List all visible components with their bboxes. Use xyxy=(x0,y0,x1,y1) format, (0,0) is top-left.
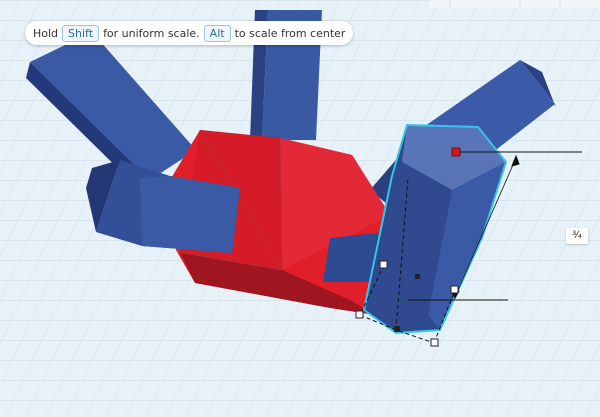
scale-handle-left[interactable] xyxy=(355,310,364,319)
height-handle[interactable] xyxy=(451,147,461,157)
scale-hint: Hold Shift for uniform scale. Alt to sca… xyxy=(25,21,354,45)
scale-handle-right[interactable] xyxy=(450,285,459,294)
hint-text-center: to scale from center xyxy=(234,26,346,40)
3d-viewport[interactable] xyxy=(0,0,600,417)
edge-handle-middle[interactable] xyxy=(415,274,420,279)
hint-text-uniform: for uniform scale. xyxy=(103,26,200,40)
edge-handle-bottom[interactable] xyxy=(394,326,400,332)
scale-handle-top[interactable] xyxy=(379,260,388,269)
shift-key-badge: Shift xyxy=(62,24,100,42)
dimension-value-label[interactable]: ¾ xyxy=(566,228,588,244)
toolbar-strip xyxy=(430,0,600,8)
hint-text-hold: Hold xyxy=(33,26,59,40)
scale-handle-bottom[interactable] xyxy=(430,338,439,347)
alt-key-badge: Alt xyxy=(203,24,231,42)
